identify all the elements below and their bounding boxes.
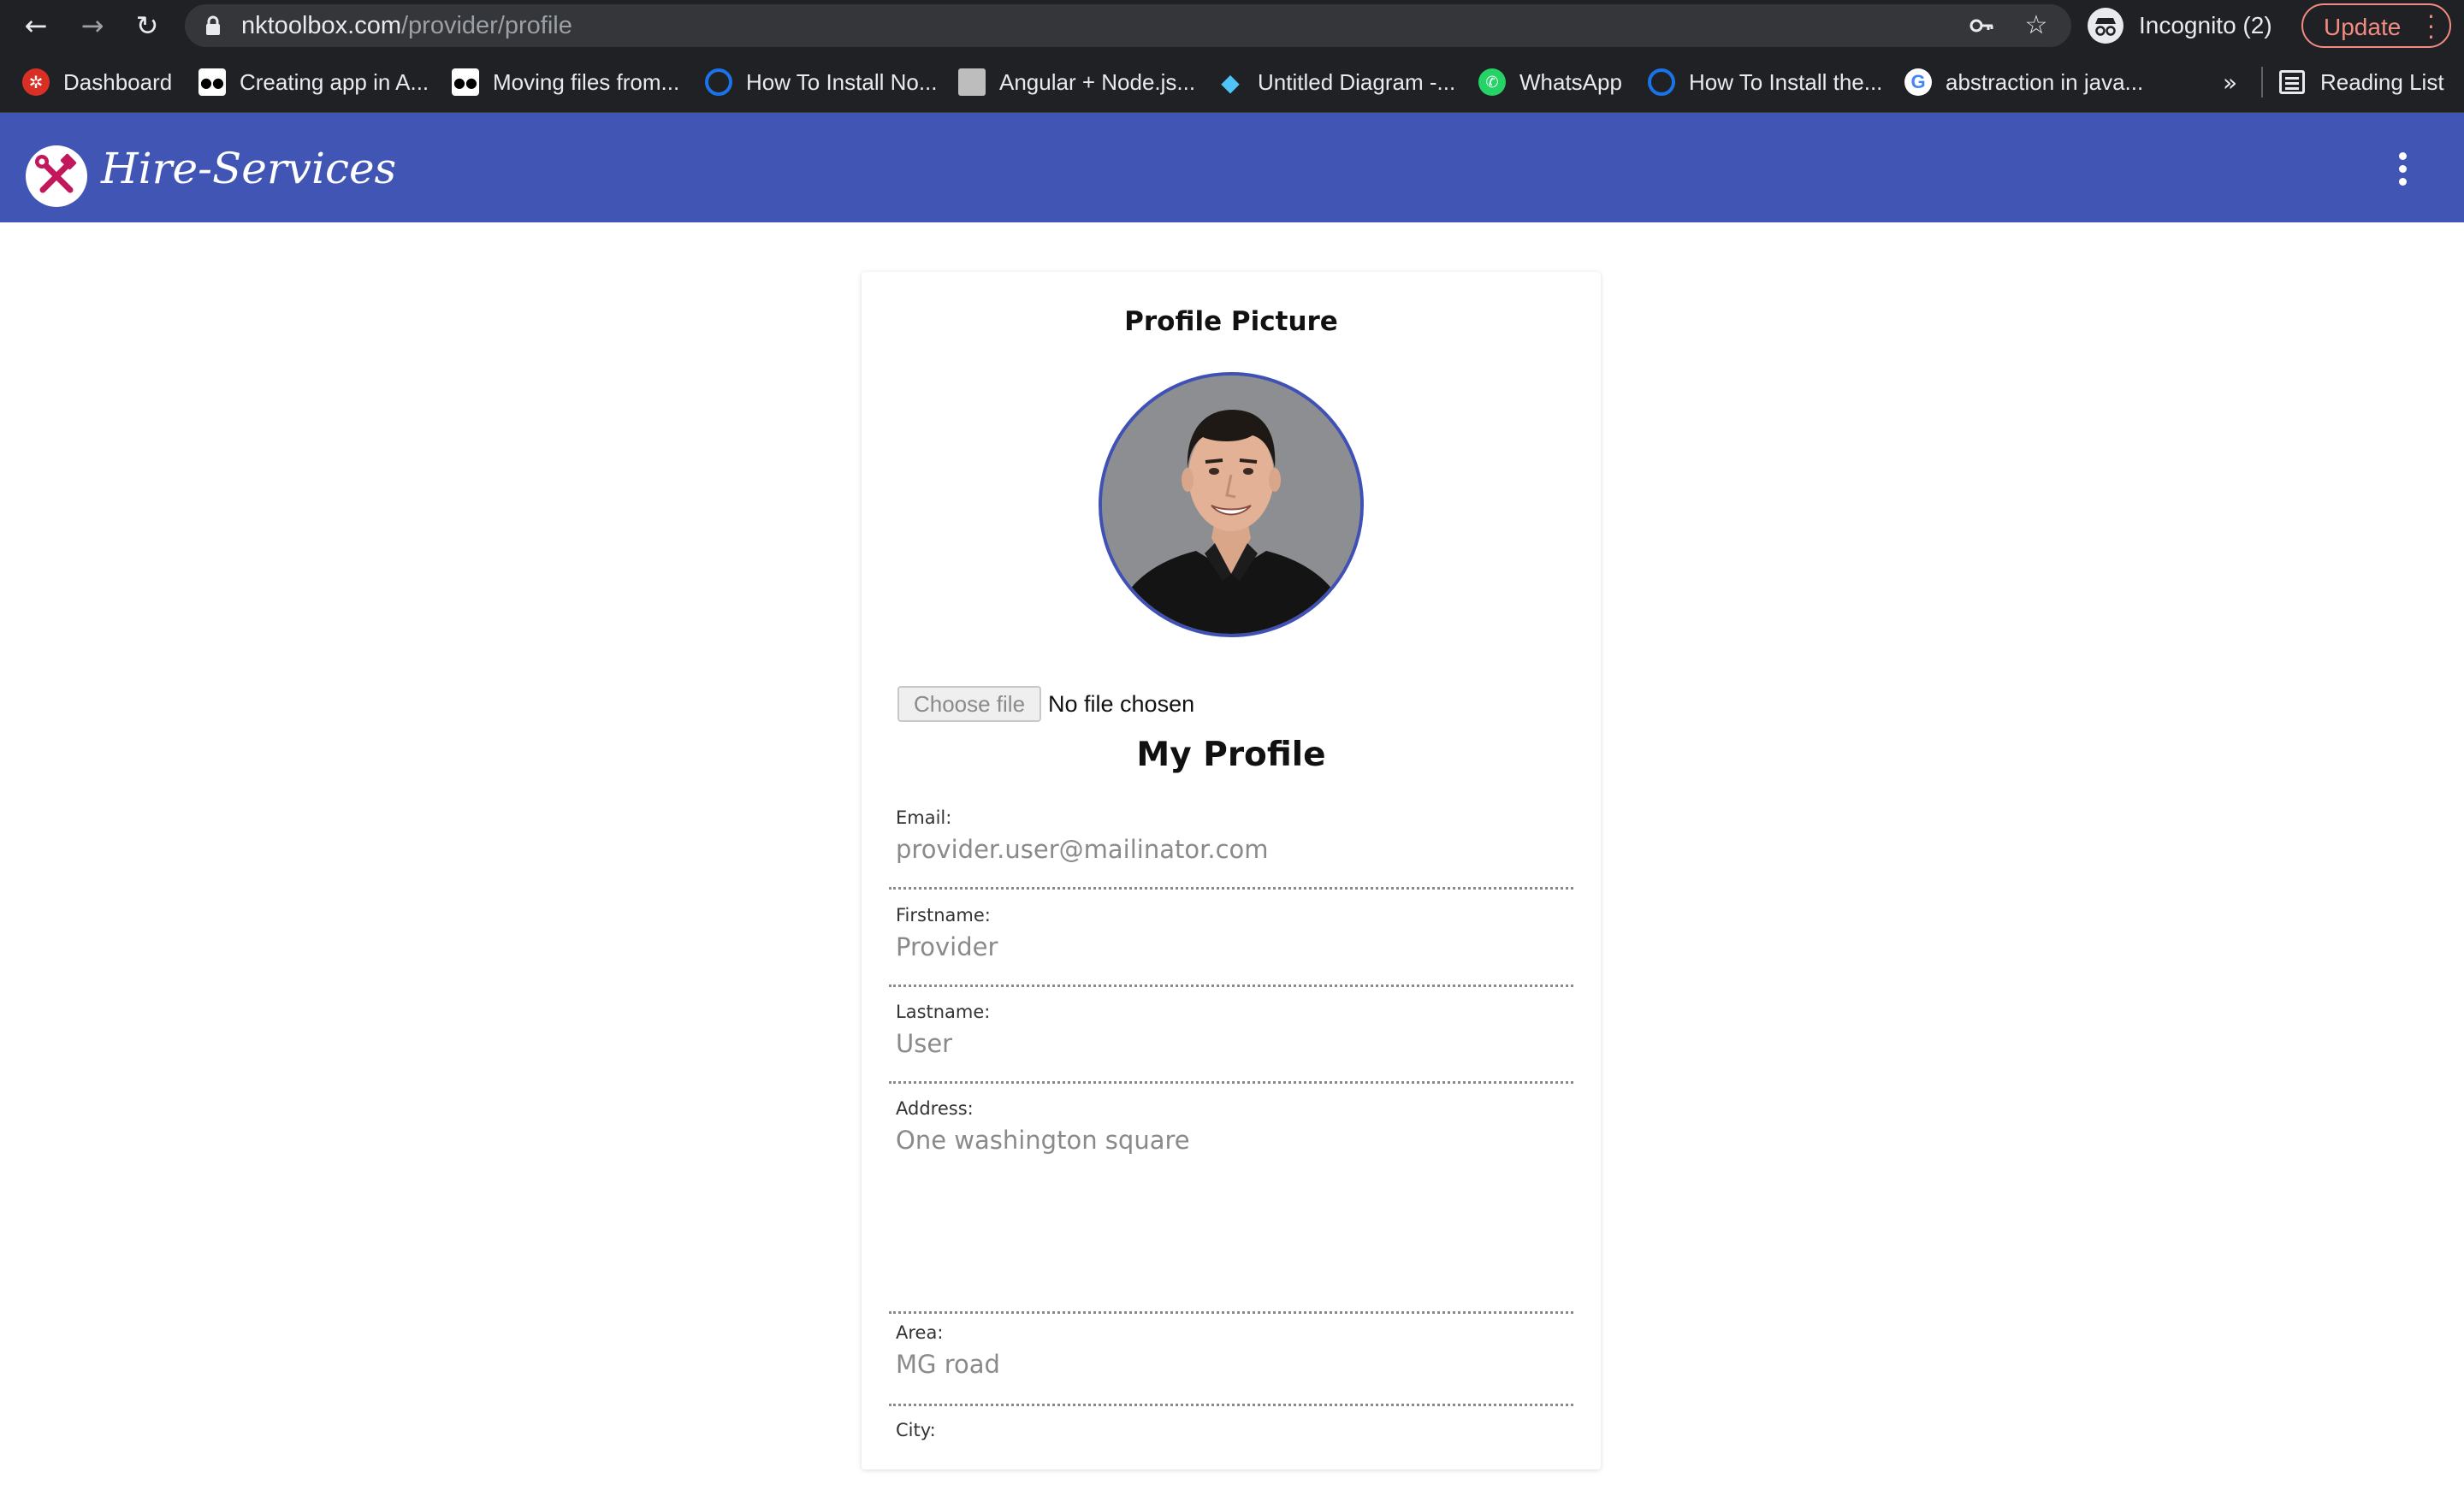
avatar-icon — [958, 68, 986, 96]
lastname-field[interactable]: Lastname: User — [889, 1002, 1573, 1084]
email-field[interactable]: Email: provider.user@mailinator.com — [889, 807, 1573, 890]
bookmark-whatsapp[interactable]: ✆ WhatsApp — [1478, 67, 1622, 98]
lastname-label: Lastname: — [896, 1002, 991, 1022]
address-field[interactable]: Address: One washington square — [889, 1098, 1573, 1314]
bookmark-abstraction-java[interactable]: G abstraction in java... — [1904, 67, 2143, 98]
google-icon: G — [1904, 68, 1932, 96]
bookmark-creating-app[interactable]: ●● Creating app in A... — [198, 67, 429, 98]
medium-icon: ●● — [198, 68, 226, 96]
bookmark-install-node[interactable]: How To Install No... — [705, 67, 938, 98]
profile-card: Profile Picture Choose file No file chos… — [862, 272, 1601, 1469]
star-icon[interactable]: ☆ — [2022, 11, 2051, 40]
incognito-label: Incognito (2) — [2139, 12, 2272, 38]
app-header: Hire-Services — [0, 113, 2464, 222]
back-arrow-icon[interactable]: ← — [19, 9, 53, 43]
my-profile-title: My Profile — [1136, 736, 1326, 774]
firstname-input[interactable]: Provider — [896, 932, 998, 961]
menu-dots-icon: · · · — [2427, 3, 2435, 51]
reading-list-button[interactable]: Reading List — [2279, 67, 2444, 98]
choose-file-button[interactable]: Choose file — [897, 686, 1041, 722]
bookmark-label: Creating app in A... — [240, 68, 429, 95]
url-text[interactable]: nktoolbox.com/provider/profile — [241, 12, 572, 40]
email-input[interactable]: provider.user@mailinator.com — [896, 835, 1269, 864]
address-bar[interactable]: nktoolbox.com/provider/profile ☆ — [185, 4, 2071, 47]
address-label: Address: — [896, 1098, 974, 1119]
bookmark-untitled-diagram[interactable]: ◆ Untitled Diagram -... — [1217, 67, 1455, 98]
whatsapp-icon: ✆ — [1478, 68, 1506, 96]
area-input[interactable]: MG road — [896, 1350, 1000, 1379]
address-textarea[interactable]: One washington square — [896, 1126, 1190, 1155]
diagram-icon: ◆ — [1221, 68, 1240, 97]
medium-icon: ●● — [452, 68, 479, 96]
lastname-input[interactable]: User — [896, 1029, 952, 1058]
firstname-label: Firstname: — [896, 905, 991, 925]
bookmark-angular-node[interactable]: Angular + Node.js... — [958, 67, 1195, 98]
bookmark-label: How To Install the... — [1689, 68, 1883, 95]
file-upload: Choose file No file chosen — [897, 685, 1194, 723]
city-label: City: — [896, 1420, 936, 1440]
reading-list-label: Reading List — [2320, 68, 2444, 95]
forward-arrow-icon[interactable]: → — [75, 9, 110, 43]
file-status-text: No file chosen — [1048, 690, 1195, 717]
update-button[interactable]: Update · · · — [2301, 3, 2451, 51]
incognito-indicator[interactable]: Incognito (2) — [2084, 4, 2294, 47]
bookmark-label: How To Install No... — [746, 68, 938, 95]
update-label: Update — [2324, 14, 2402, 40]
more-vert-icon[interactable] — [2392, 152, 2413, 190]
url-path: /provider/profile — [401, 12, 572, 39]
firstname-field[interactable]: Firstname: Provider — [889, 905, 1573, 987]
profile-avatar — [1099, 372, 1364, 637]
bookmark-moving-files[interactable]: ●● Moving files from... — [452, 67, 679, 98]
gear-icon: ✲ — [22, 68, 50, 96]
area-field[interactable]: Area: MG road — [889, 1322, 1573, 1406]
bookmark-dashboard[interactable]: ✲ Dashboard — [22, 67, 172, 98]
bookmark-label: Untitled Diagram -... — [1258, 68, 1456, 95]
bookmark-label: Moving files from... — [493, 68, 680, 95]
lock-icon — [206, 15, 220, 35]
incognito-icon — [2088, 8, 2123, 44]
reload-icon[interactable]: ↻ — [130, 9, 164, 43]
bookmark-label: Angular + Node.js... — [999, 68, 1196, 95]
bookmark-label: Dashboard — [63, 68, 173, 95]
brand-title[interactable]: Hire-Services — [101, 144, 396, 193]
bookmark-install-the[interactable]: How To Install the... — [1648, 67, 1882, 98]
profile-picture-title: Profile Picture — [1124, 306, 1338, 337]
bookmarks-bar: ✲ Dashboard ●● Creating app in A... ●● M… — [0, 51, 2464, 113]
browser-toolbar: ← → ↻ nktoolbox.com/provider/profile ☆ I… — [0, 0, 2464, 51]
logo-icon[interactable] — [26, 145, 87, 207]
bookmark-label: WhatsApp — [1519, 68, 1622, 95]
digitalocean-icon — [1648, 68, 1675, 96]
bookmark-label: abstraction in java... — [1946, 68, 2144, 95]
digitalocean-icon — [705, 68, 732, 96]
url-host: nktoolbox.com — [241, 12, 401, 39]
bookmarks-divider — [2261, 67, 2263, 98]
reading-list-icon — [2279, 70, 2305, 94]
more-bookmarks-button[interactable]: » — [2223, 68, 2237, 97]
key-icon[interactable] — [1967, 11, 1996, 40]
area-label: Area: — [896, 1322, 944, 1343]
city-field[interactable]: City: — [889, 1420, 1573, 1502]
email-label: Email: — [896, 807, 952, 828]
